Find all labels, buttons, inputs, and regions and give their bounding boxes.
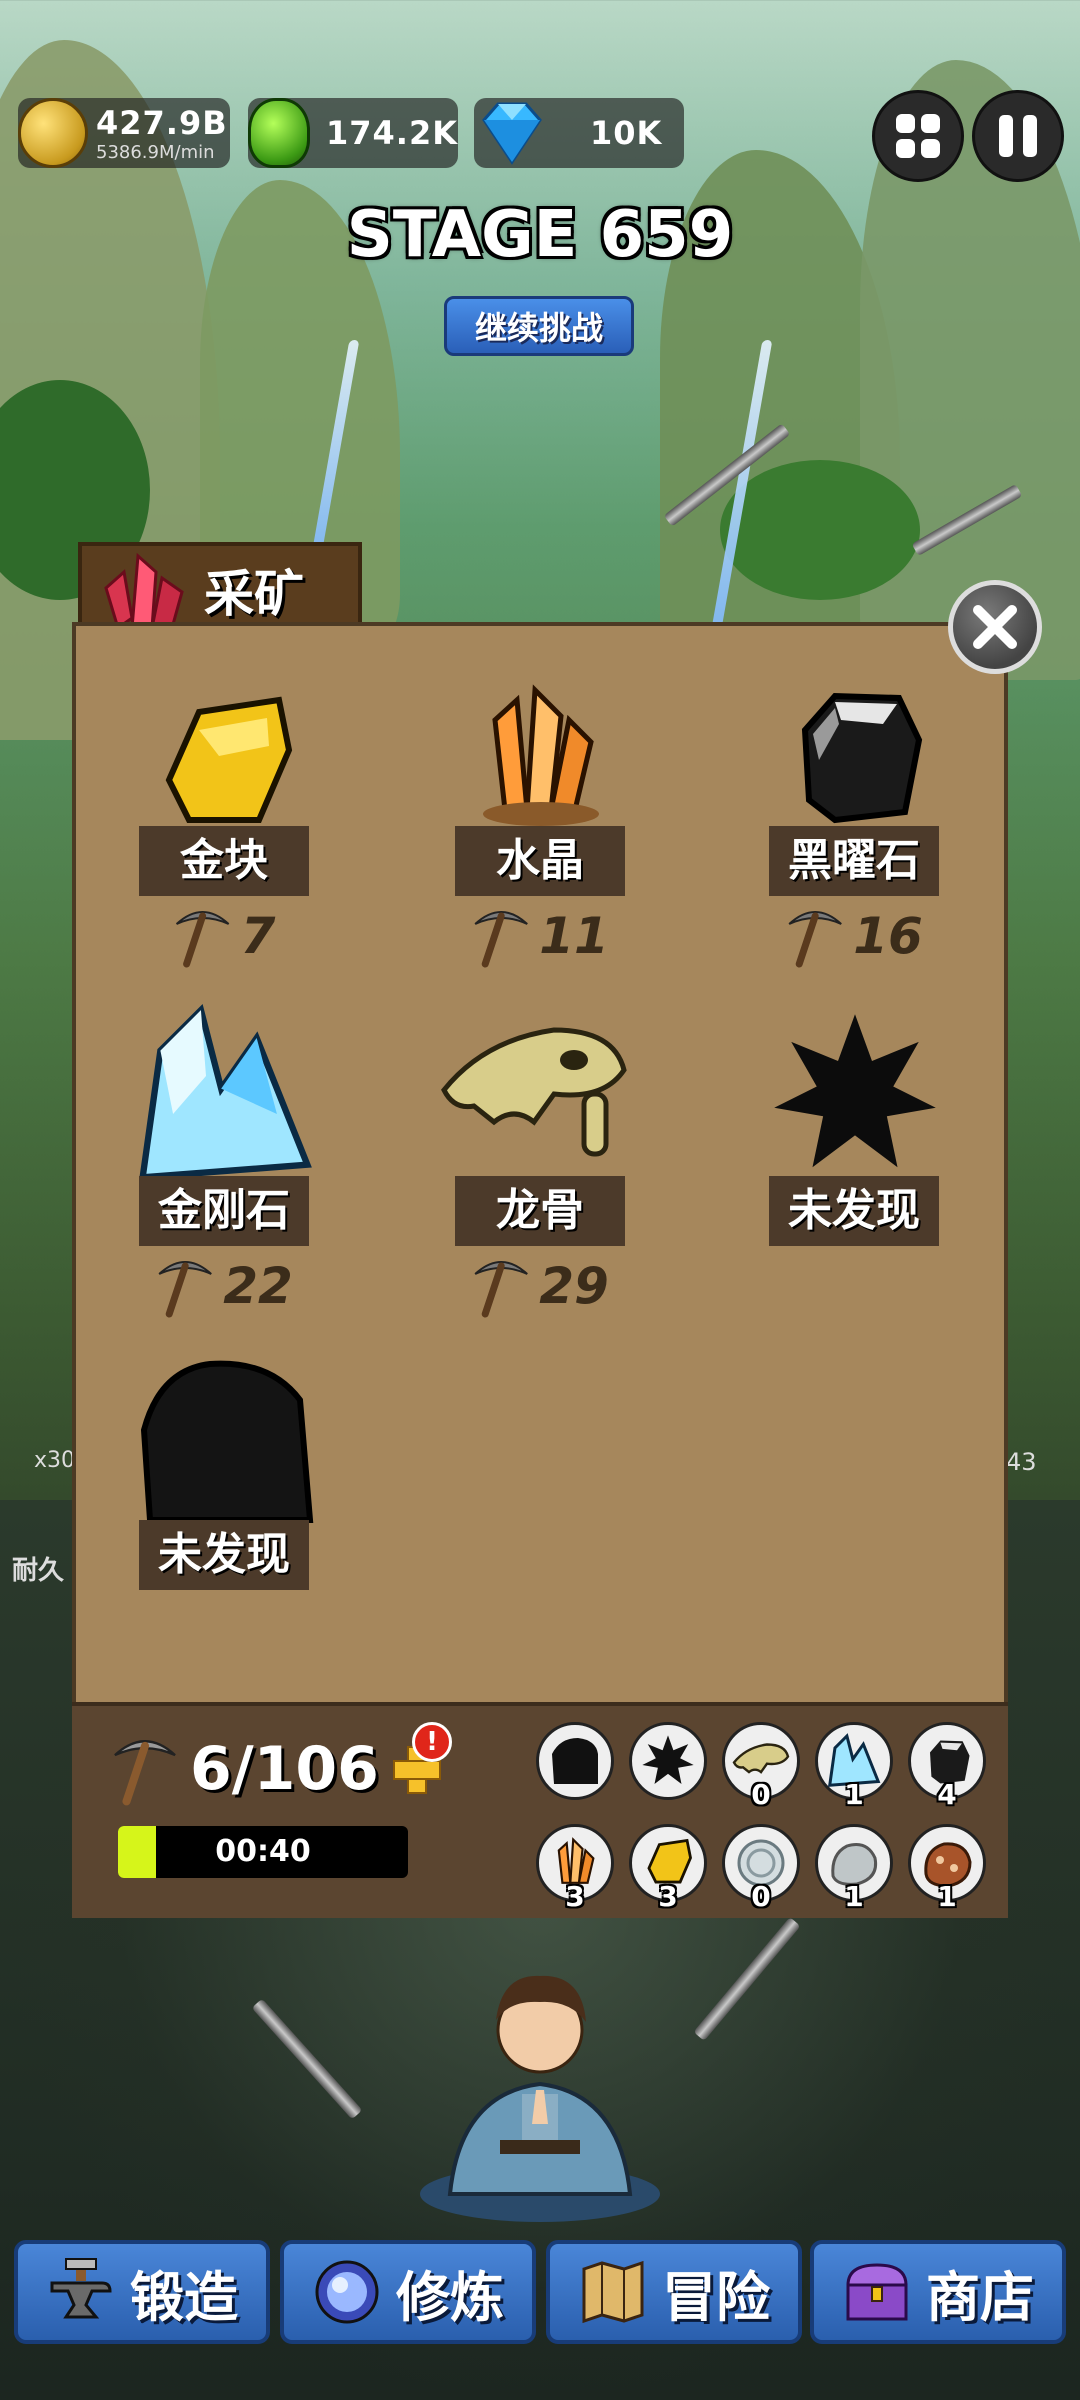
diamond-ore-icon (138, 1003, 312, 1181)
side-count-left: x30 (34, 1448, 76, 1473)
pickaxe-icon (158, 1261, 212, 1318)
mineral-obsidian[interactable]: 黑曜石 16 (704, 680, 1004, 1000)
stage-title: STAGE 659 (346, 198, 734, 272)
pause-icon (999, 115, 1037, 157)
mineral-name: 龙骨 (455, 1176, 625, 1246)
nav-forge-label: 锻造 (130, 2265, 238, 2329)
mineral-undiscovered[interactable]: 未发现 (704, 1010, 1004, 1330)
mineral-name: 未发现 (769, 1176, 939, 1246)
pickaxe-count: 6/106 (190, 1734, 379, 1804)
mineral-name: 金刚石 (139, 1176, 309, 1246)
nav-shop-label: 商店 (926, 2265, 1034, 2329)
inventory-slot[interactable] (536, 1722, 614, 1800)
gold-value: 427.9B (96, 103, 228, 142)
undiscovered-rock-icon (552, 1738, 598, 1784)
mineral-cost: 16 (785, 904, 923, 968)
alert-badge: ! (412, 1722, 452, 1762)
mineral-cost: 11 (471, 904, 609, 968)
pause-button[interactable] (972, 90, 1064, 182)
gold-rate: 5386.9M/min (96, 141, 215, 163)
mineral-name: 水晶 (455, 826, 625, 896)
pickaxe-icon (474, 1261, 528, 1318)
mineral-name: 金块 (139, 826, 309, 896)
undiscovered-icon (642, 1735, 694, 1784)
nav-forge[interactable]: 锻造 (14, 2240, 270, 2344)
nav-shop[interactable]: 商店 (810, 2240, 1066, 2344)
nav-cultivate-label: 修炼 (396, 2265, 504, 2329)
inventory-slot[interactable]: 1 (815, 1824, 893, 1913)
close-button[interactable] (948, 580, 1042, 674)
undiscovered-icon (774, 1014, 936, 1168)
slime-value: 174.2K (325, 114, 458, 152)
inventory-slot[interactable]: 3 (629, 1824, 707, 1913)
inventory-slot[interactable]: 1 (815, 1722, 893, 1811)
mineral-cost: 7 (173, 904, 275, 968)
anvil-icon (50, 2258, 112, 2319)
diamond-icon (482, 102, 542, 165)
mineral-name: 黑曜石 (769, 826, 939, 896)
inventory-slot[interactable]: 4 (908, 1722, 986, 1811)
nav-adventure[interactable]: 冒险 (546, 2240, 802, 2344)
map-icon (582, 2260, 644, 2324)
grid-icon (896, 114, 940, 158)
pickaxe-icon (474, 911, 528, 968)
pickaxe-counter: 6/106 (110, 1732, 443, 1806)
pickaxe-icon (175, 911, 230, 968)
red-crystal-icon (104, 552, 184, 631)
inventory-slot[interactable]: 0 (722, 1824, 800, 1913)
mineral-crystal[interactable]: 水晶 11 (390, 680, 690, 1000)
timer-text: 00:40 (215, 1834, 311, 1869)
inventory-slot[interactable]: 3 (536, 1824, 614, 1913)
mineral-cost: 22 (155, 1254, 293, 1318)
crystal-icon (483, 684, 599, 826)
nav-cultivate[interactable]: 修炼 (280, 2240, 536, 2344)
mineral-name: 未发现 (139, 1520, 309, 1590)
slime-counter: 174.2K (248, 98, 458, 168)
inventory-slot[interactable]: 0 (722, 1722, 800, 1811)
mineral-gold-nugget[interactable]: 金块 7 (74, 690, 374, 1010)
dragon-bone-icon (441, 1027, 627, 1157)
inventory-slot[interactable] (629, 1722, 707, 1800)
nav-adventure-label: 冒险 (662, 2265, 770, 2329)
inventory-slot[interactable]: 1 (908, 1824, 986, 1913)
pickaxe-icon (788, 911, 842, 968)
mineral-undiscovered-rock[interactable]: 未发现 (74, 1350, 374, 1670)
mining-title: 采矿 (204, 565, 304, 623)
diamond-counter: 10K (474, 98, 684, 168)
mining-header: 采矿 (78, 542, 362, 634)
gold-coin-icon (18, 98, 88, 168)
close-icon (973, 605, 1017, 649)
side-count-right: 43 (1006, 1448, 1037, 1476)
orb-icon (315, 2260, 379, 2324)
mineral-dragon-bone[interactable]: 龙骨 29 (390, 1010, 690, 1330)
pickaxe-icon (114, 1740, 176, 1806)
slime-icon (248, 98, 310, 168)
obsidian-icon (801, 692, 923, 824)
gold-nugget-icon (165, 696, 293, 823)
mineral-cost: 29 (471, 1254, 609, 1318)
mineral-diamond-ore[interactable]: 金刚石 22 (74, 1000, 374, 1320)
hero-character (410, 1944, 670, 2224)
continue-challenge-button[interactable]: 继续挑战 (444, 296, 634, 356)
durability-label: 耐久 (12, 1556, 65, 1586)
gold-counter: 427.9B 5386.9M/min (18, 98, 230, 168)
undiscovered-rock-icon (140, 1360, 314, 1523)
treasure-chest-icon (846, 2263, 908, 2321)
hero-sprite (420, 1975, 660, 2222)
menu-button[interactable] (872, 90, 964, 182)
diamond-value: 10K (590, 114, 663, 152)
